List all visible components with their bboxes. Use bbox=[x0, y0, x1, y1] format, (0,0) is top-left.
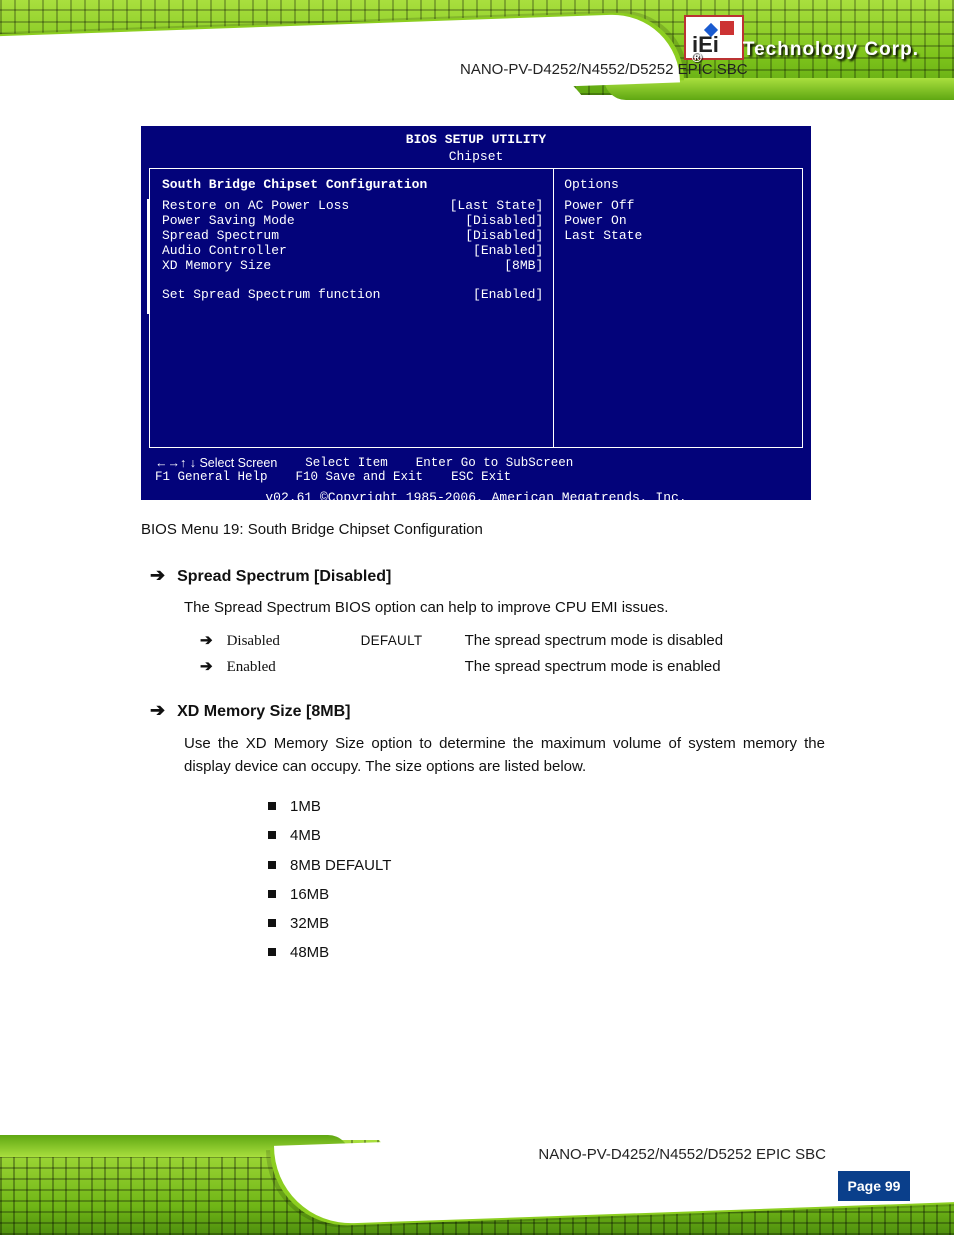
list-item: 32MB bbox=[268, 909, 825, 938]
bios-footer: v02.61 ©Copyright 1985-2006, American Me… bbox=[155, 490, 797, 505]
option-description: Use the XD Memory Size option to determi… bbox=[184, 732, 825, 779]
bios-help-option: Last State bbox=[564, 228, 792, 243]
bios-tab: Chipset bbox=[141, 149, 811, 168]
arrow-right-icon: ➔ bbox=[200, 633, 213, 648]
size-options-list: 1MB 4MB 8MB DEFAULT 16MB 32MB 48MB bbox=[268, 792, 825, 968]
page-number: Page 99 bbox=[838, 1171, 910, 1201]
arrow-right-icon: ➔ bbox=[150, 566, 165, 584]
product-name-bottom: NANO-PV-D4252/N4552/D5252 EPIC SBC bbox=[538, 1147, 826, 1162]
bios-help-pane: Options Power Off Power On Last State bbox=[554, 169, 802, 447]
option-block-xd-memory: ➔ XD Memory Size [8MB] Use the XD Memory… bbox=[150, 701, 825, 967]
bios-row: Spread Spectrum[Disabled] bbox=[162, 228, 543, 243]
top-banner: ® Technology Corp. NANO-PV-D4252/N4552/D… bbox=[0, 0, 954, 105]
brand-name: Technology Corp. bbox=[743, 40, 919, 59]
figure-caption: BIOS Menu 19: South Bridge Chipset Confi… bbox=[141, 520, 811, 540]
bios-section-heading: South Bridge Chipset Configuration bbox=[162, 177, 543, 192]
list-item: 8MB DEFAULT bbox=[268, 851, 825, 880]
body-section: ➔ Spread Spectrum [Disabled] The Spread … bbox=[150, 558, 825, 968]
bios-row: Restore on AC Power Loss[Last State] bbox=[162, 198, 543, 213]
list-item: 4MB bbox=[268, 821, 825, 850]
bios-row: Set Spread Spectrum function[Enabled] bbox=[162, 287, 543, 302]
bios-title: BIOS SETUP UTILITY bbox=[141, 126, 811, 149]
bios-help-title: Options bbox=[564, 177, 792, 192]
bios-row: Audio Controller[Enabled] bbox=[162, 243, 543, 258]
arrow-keys-icon: ←→↑ ↓ Select Screen bbox=[155, 456, 277, 470]
arrow-right-icon: ➔ bbox=[150, 701, 165, 719]
option-description: The Spread Spectrum BIOS option can help… bbox=[184, 596, 825, 619]
bios-help-option: Power On bbox=[564, 213, 792, 228]
bios-frame: South Bridge Chipset Configuration Resto… bbox=[149, 168, 803, 448]
list-item: 1MB bbox=[268, 792, 825, 821]
option-block-spread-spectrum: ➔ Spread Spectrum [Disabled] The Spread … bbox=[150, 566, 825, 675]
bios-row: XD Memory Size[8MB] bbox=[162, 258, 543, 273]
arrow-right-icon: ➔ bbox=[200, 659, 213, 674]
bios-screenshot: BIOS SETUP UTILITY Chipset South Bridge … bbox=[141, 126, 811, 500]
bottom-banner: NANO-PV-D4252/N4552/D5252 EPIC SBC Page … bbox=[0, 1120, 954, 1235]
list-item: 48MB bbox=[268, 938, 825, 967]
option-title: Spread Spectrum [Disabled] bbox=[177, 567, 391, 586]
bios-row: Power Saving Mode[Disabled] bbox=[162, 213, 543, 228]
option-title: XD Memory Size [8MB] bbox=[177, 702, 350, 721]
left-accent-bar bbox=[147, 199, 150, 314]
bios-legend: ←→↑ ↓ Select Screen Select Item Enter Go… bbox=[141, 448, 811, 515]
product-name-top: NANO-PV-D4252/N4552/D5252 EPIC SBC bbox=[460, 62, 748, 77]
option-value-row: ➔ Enabled The spread spectrum mode is en… bbox=[200, 659, 825, 675]
bios-help-option: Power Off bbox=[564, 198, 792, 213]
option-values-list: ➔ Disabled DEFAULT The spread spectrum m… bbox=[200, 633, 825, 675]
option-value-row: ➔ Disabled DEFAULT The spread spectrum m… bbox=[200, 633, 825, 649]
bios-left-pane: South Bridge Chipset Configuration Resto… bbox=[150, 169, 554, 447]
list-item: 16MB bbox=[268, 880, 825, 909]
